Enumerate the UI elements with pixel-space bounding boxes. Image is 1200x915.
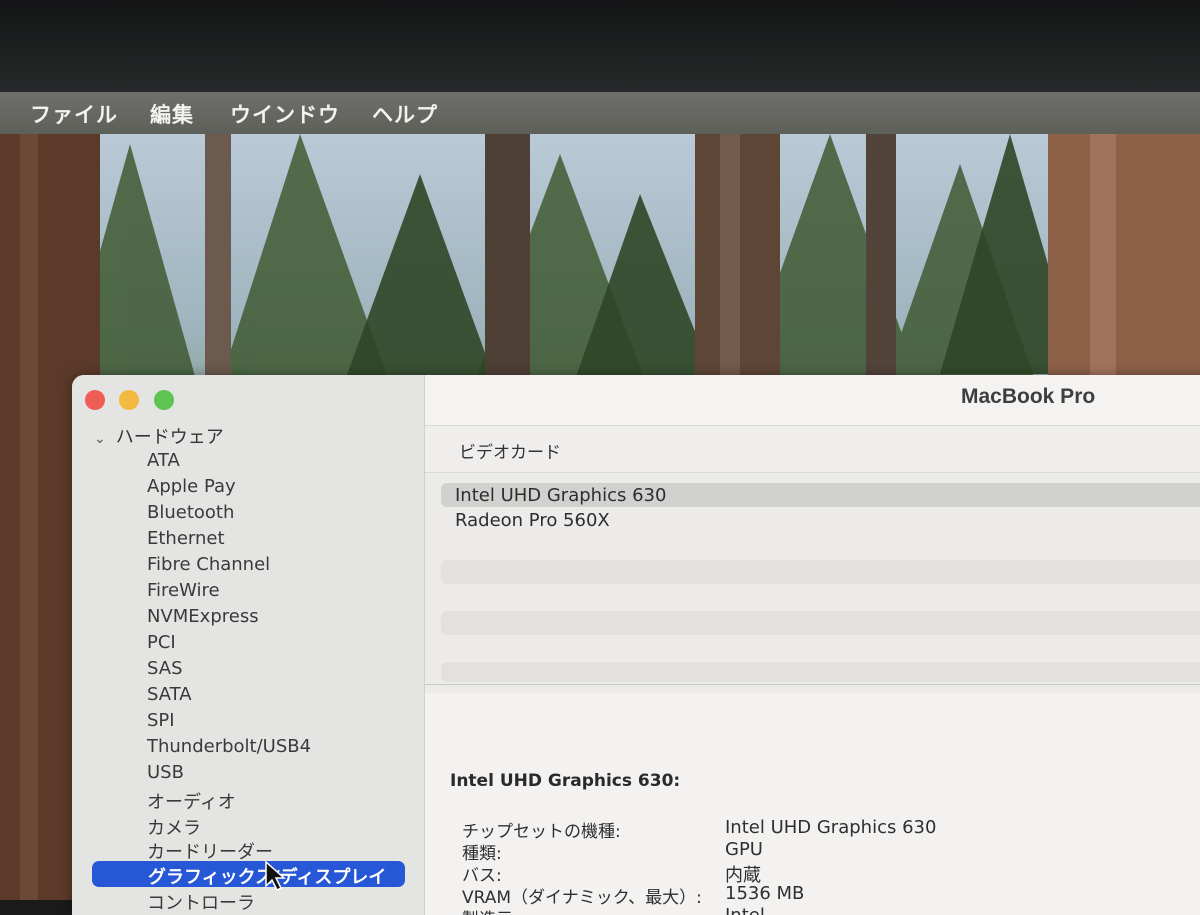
sidebar-item-camera[interactable]: カメラ bbox=[147, 814, 201, 840]
screen-bezel bbox=[0, 0, 1200, 92]
sidebar-group-label: ハードウェア bbox=[115, 427, 224, 448]
list-column-header[interactable]: ビデオカード bbox=[425, 425, 1200, 473]
sidebar-item-fibre-channel[interactable]: Fibre Channel bbox=[147, 554, 270, 575]
list-row-label: Radeon Pro 560X bbox=[455, 510, 610, 531]
sidebar-item-sata[interactable]: SATA bbox=[147, 684, 192, 705]
content-pane: ビデオカード Intel UHD Graphics 630 Radeon Pro… bbox=[425, 425, 1200, 915]
split-divider[interactable] bbox=[425, 684, 1200, 685]
sidebar-item-graphics-displays[interactable]: グラフィックス/ディスプレイ bbox=[92, 861, 405, 888]
detail-value: 1536 MB bbox=[725, 883, 805, 904]
sidebar-item-ethernet[interactable]: Ethernet bbox=[147, 528, 225, 549]
menu-file[interactable]: ファイル bbox=[30, 99, 118, 129]
detail-value: GPU bbox=[725, 839, 763, 860]
list-row-empty bbox=[441, 662, 1200, 682]
mouse-pointer-icon bbox=[265, 860, 286, 892]
sidebar-item-sas[interactable]: SAS bbox=[147, 658, 183, 679]
sidebar: ⌄ ハードウェア ATA Apple Pay Bluetooth Etherne… bbox=[72, 375, 425, 915]
list-row-empty bbox=[441, 611, 1200, 635]
list-row-label: Intel UHD Graphics 630 bbox=[455, 485, 667, 506]
sidebar-item-ata[interactable]: ATA bbox=[147, 450, 180, 471]
sidebar-group-hardware[interactable]: ⌄ ハードウェア bbox=[94, 423, 224, 449]
detail-value: Intel UHD Graphics 630 bbox=[725, 817, 937, 838]
detail-heading: Intel UHD Graphics 630: bbox=[450, 771, 681, 791]
zoom-button[interactable] bbox=[154, 390, 174, 410]
minimize-button[interactable] bbox=[119, 390, 139, 410]
menu-window[interactable]: ウインドウ bbox=[230, 99, 340, 129]
detail-value: Intel bbox=[725, 905, 765, 915]
sidebar-item-apple-pay[interactable]: Apple Pay bbox=[147, 476, 236, 497]
menu-edit[interactable]: 編集 bbox=[150, 99, 194, 129]
sidebar-item-pci[interactable]: PCI bbox=[147, 632, 176, 653]
sidebar-item-firewire[interactable]: FireWire bbox=[147, 580, 220, 601]
system-information-window: ⌄ ハードウェア ATA Apple Pay Bluetooth Etherne… bbox=[72, 375, 1200, 915]
sidebar-item-controller[interactable]: コントローラ bbox=[147, 889, 255, 915]
list-row-empty bbox=[441, 560, 1200, 584]
detail-pane: Intel UHD Graphics 630: チップセットの機種: Intel… bbox=[425, 693, 1200, 915]
sidebar-item-thunderbolt-usb4[interactable]: Thunderbolt/USB4 bbox=[147, 736, 311, 757]
close-button[interactable] bbox=[85, 390, 105, 410]
list-row-intel-uhd[interactable]: Intel UHD Graphics 630 bbox=[441, 483, 1200, 507]
sidebar-item-audio[interactable]: オーディオ bbox=[147, 788, 236, 814]
sidebar-item-usb[interactable]: USB bbox=[147, 762, 184, 783]
chevron-down-icon: ⌄ bbox=[94, 431, 106, 447]
sidebar-item-bluetooth[interactable]: Bluetooth bbox=[147, 502, 234, 523]
menu-bar: ファイル 編集 ウインドウ ヘルプ bbox=[0, 92, 1200, 134]
window-title: MacBook Pro bbox=[961, 385, 1096, 408]
menu-help[interactable]: ヘルプ bbox=[372, 99, 438, 129]
column-header-label: ビデオカード bbox=[459, 443, 561, 463]
sidebar-item-spi[interactable]: SPI bbox=[147, 710, 175, 731]
list-row-radeon-pro[interactable]: Radeon Pro 560X bbox=[441, 508, 1200, 532]
sidebar-item-nvmexpress[interactable]: NVMExpress bbox=[147, 606, 259, 627]
detail-key: 製造元: bbox=[462, 905, 519, 915]
